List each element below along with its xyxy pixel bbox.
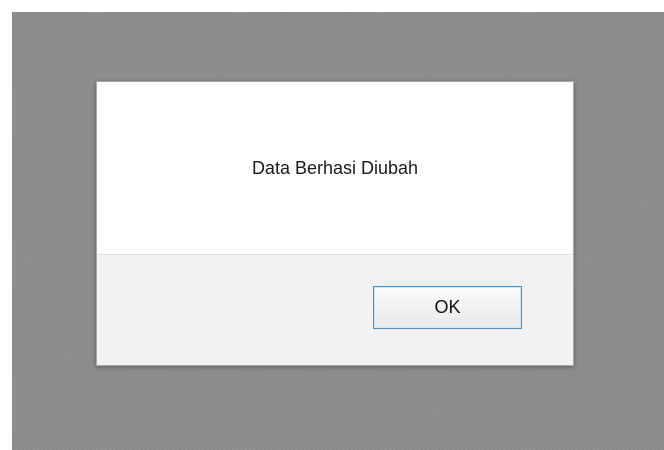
alert-message: Data Berhasi Diubah (251, 157, 419, 178)
dialog-body: Data Berhasi Diubah (97, 82, 573, 254)
dialog-footer: OK (97, 254, 573, 365)
ok-button[interactable]: OK (373, 286, 522, 329)
alert-dialog: Data Berhasi Diubah OK (96, 81, 574, 366)
